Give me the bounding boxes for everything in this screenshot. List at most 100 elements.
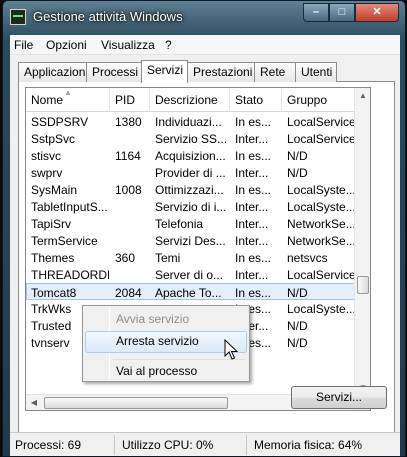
table-row[interactable]: stisvc 1164 Acquisizion... In es... N/D (26, 147, 356, 164)
cell-name: Tomcat8 (31, 286, 77, 300)
tab-users[interactable]: Utenti (295, 62, 337, 82)
cell-group: NetworkSe... (287, 217, 355, 231)
close-button[interactable]: ✕ (355, 3, 399, 22)
task-manager-window: Gestione attività Windows – □ ✕ File Opz… (2, 0, 406, 457)
sort-ascending-icon: ▲ (64, 88, 72, 97)
cell-name: stisvc (31, 149, 61, 163)
table-row[interactable]: SstpSvc Servizio SS... Inter... LocalServic… (26, 130, 356, 147)
cell-name: THREADORDER (31, 268, 109, 282)
cell-state: In es... (235, 115, 272, 129)
cell-description: Ottimizzazi... (155, 183, 224, 197)
table-row[interactable]: SSDPSRV 1380 Individuazi... In es... LocalSe… (26, 113, 356, 130)
cell-group: LocalService (287, 132, 355, 146)
menu-file[interactable]: File (14, 38, 33, 52)
menu-item-go-to-process[interactable]: Vai al processo (85, 361, 247, 383)
table-row[interactable]: TabletInputS... Servizio di i... Inter... L… (26, 198, 356, 215)
scroll-left-icon[interactable]: ◀ (26, 395, 42, 410)
cell-name: SSDPSRV (31, 115, 89, 129)
cell-state: Inter... (235, 217, 269, 231)
cell-group: LocalService (287, 268, 355, 282)
cell-state: In es... (235, 251, 272, 265)
menu-options[interactable]: Opzioni (46, 38, 87, 52)
cell-group: N/D (287, 149, 308, 163)
table-row[interactable]: Themes 360 Temi In es... netsvcs (26, 249, 356, 266)
cell-description: Individuazi... (155, 115, 222, 129)
cell-description: Acquisizion... (155, 149, 226, 163)
cell-group: LocalSyste... (287, 302, 355, 316)
menu-item-start-service[interactable]: Avvia servizio (85, 309, 247, 331)
cell-group: N/D (287, 336, 308, 350)
table-row[interactable]: TermService Servizi Des... Inter... Network… (26, 232, 356, 249)
tab-network[interactable]: Rete (254, 62, 296, 82)
cell-pid: 1164 (115, 149, 141, 163)
table-row[interactable]: TapiSrv Telefonia Inter... NetworkSe... (26, 215, 356, 232)
cell-description: Temi (155, 251, 181, 265)
table-row[interactable]: swprv Provider di ... Inter... N/D (26, 164, 356, 181)
task-manager-icon (10, 9, 26, 25)
table-row[interactable]: THREADORDER Server di o... Inter... LocalSe… (26, 266, 356, 283)
client-area: File Opzioni Visualizza ? Applicazioni P… (10, 35, 400, 456)
cell-state: In es... (235, 183, 272, 197)
column-pid[interactable]: PID (110, 88, 150, 112)
cell-state: Inter... (235, 166, 269, 180)
title-bar[interactable]: Gestione attività Windows – □ ✕ (3, 1, 405, 35)
cell-name: TapiSrv (31, 217, 72, 231)
cell-group: N/D (287, 286, 308, 300)
table-row-selected[interactable]: Tomcat8 2084 Apache To... In es... N/D (26, 283, 356, 300)
menu-item-stop-service[interactable]: Arresta servizio (85, 331, 247, 353)
cell-name: SysMain (31, 183, 78, 197)
cell-group: NetworkSe... (287, 234, 355, 248)
cell-description: Servizio SS... (155, 132, 228, 146)
cell-group: LocalService... (287, 115, 355, 129)
caption-buttons: – □ ✕ (303, 3, 399, 22)
status-bar: Processi: 69 Utilizzo CPU: 0% Memoria fi… (10, 432, 400, 456)
cell-state: In es... (235, 286, 272, 300)
status-processes: Processi: 69 (15, 438, 82, 452)
menu-help[interactable]: ? (165, 38, 172, 52)
table-row[interactable]: SysMain 1008 Ottimizzazi... In es... LocalSy… (26, 181, 356, 198)
minimize-button[interactable]: – (303, 3, 329, 22)
cell-description: Server di o... (155, 268, 224, 282)
cell-pid: 1008 (115, 183, 142, 197)
cell-group: N/D (287, 319, 308, 333)
cell-group: LocalSyste... (287, 183, 355, 197)
cell-name: SstpSvc (31, 132, 76, 146)
tab-services[interactable]: Servizi (141, 60, 188, 83)
cell-state: Inter... (235, 200, 269, 214)
scroll-up-icon[interactable]: ▲ (355, 88, 370, 104)
column-state[interactable]: Stato (230, 88, 282, 112)
column-description[interactable]: Descrizione (150, 88, 230, 112)
column-name[interactable]: ▲ Nome (26, 88, 110, 112)
cell-state: Inter... (235, 268, 269, 282)
cell-state: In es... (235, 149, 272, 163)
cell-group: N/D (287, 166, 308, 180)
status-separator (246, 435, 247, 455)
vertical-scroll-thumb[interactable] (357, 276, 369, 294)
maximize-button[interactable]: □ (329, 3, 355, 22)
menu-view[interactable]: Visualizza (101, 38, 155, 52)
cell-description: Apache To... (155, 286, 222, 300)
status-separator (114, 435, 115, 455)
cell-group: netsvcs (287, 251, 328, 265)
cell-pid: 360 (115, 251, 136, 265)
cell-name: Themes (31, 251, 75, 265)
column-group[interactable]: Gruppo (282, 88, 362, 112)
menu-bar: File Opzioni Visualizza ? (10, 35, 400, 55)
tab-performance[interactable]: Prestazioni (187, 62, 255, 82)
cell-state: Inter... (235, 132, 269, 146)
services-button[interactable]: Servizi... (291, 386, 387, 409)
cell-description: Servizio di i... (155, 200, 227, 214)
window-title: Gestione attività Windows (33, 9, 183, 24)
vertical-scrollbar[interactable]: ▲ ▼ (354, 88, 370, 396)
status-cpu: Utilizzo CPU: 0% (122, 438, 214, 452)
cell-name: TermService (31, 234, 98, 248)
tab-applications[interactable]: Applicazioni (18, 62, 88, 82)
horizontal-scroll-thumb[interactable] (44, 397, 228, 409)
cell-pid: 1380 (115, 115, 142, 129)
cell-description: Servizi Des... (155, 234, 226, 248)
list-header: ▲ Nome PID Descrizione Stato Gruppo (26, 88, 370, 112)
cell-state: Inter... (235, 234, 269, 248)
tab-processes[interactable]: Processi (86, 62, 142, 82)
status-memory: Memoria fisica: 64% (254, 438, 363, 452)
cell-description: Telefonia (155, 217, 204, 231)
